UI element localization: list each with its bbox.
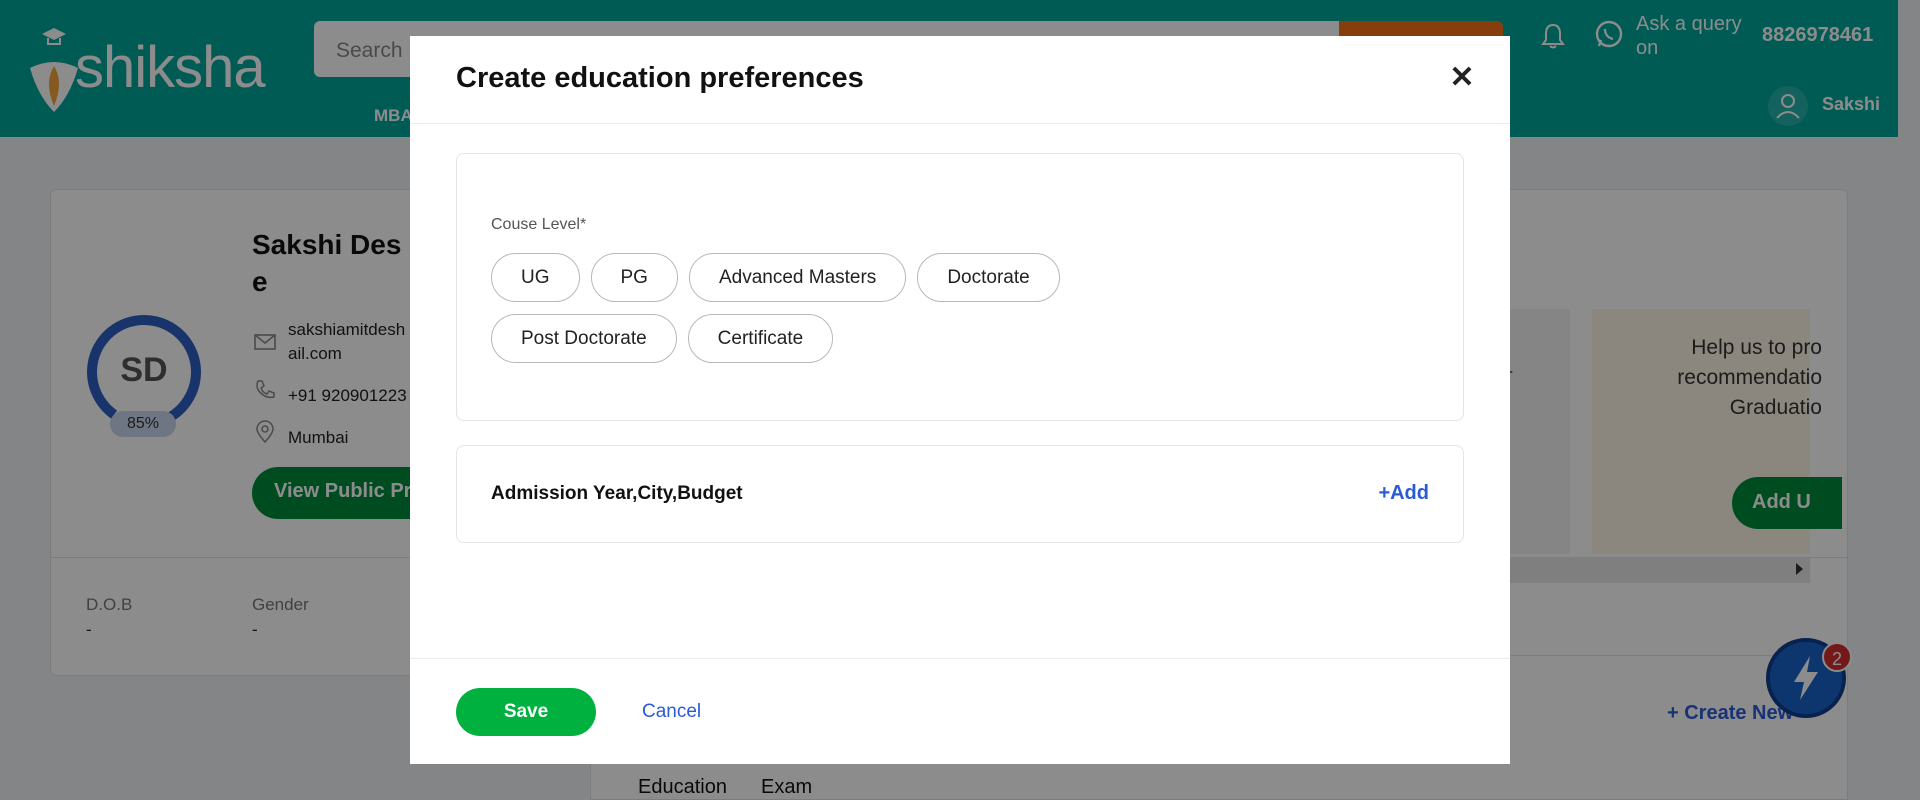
course-level-label: Couse Level* (491, 216, 587, 233)
modal-footer-divider (410, 658, 1510, 659)
course-level-option-advanced-masters[interactable]: Advanced Masters (688, 253, 907, 302)
admission-section-title: Admission Year,City,Budget (491, 483, 743, 504)
course-level-option-certificate[interactable]: Certificate (687, 314, 834, 363)
cancel-button[interactable]: Cancel (642, 701, 701, 723)
add-admission-details-link[interactable]: +Add (1378, 482, 1429, 505)
admission-section: Admission Year,City,Budget +Add (456, 445, 1464, 543)
close-icon[interactable]: ✕ (1444, 60, 1480, 96)
course-level-options: UG PG Advanced Masters Doctorate Post Do… (491, 253, 1231, 363)
course-level-option-ug[interactable]: UG (491, 253, 580, 302)
course-level-option-pg[interactable]: PG (590, 253, 678, 302)
education-preferences-modal: Create education preferences ✕ Couse Lev… (410, 36, 1510, 764)
save-button[interactable]: Save (456, 688, 596, 736)
course-level-option-doctorate[interactable]: Doctorate (917, 253, 1060, 302)
modal-header-divider (410, 123, 1510, 124)
course-level-option-post-doctorate[interactable]: Post Doctorate (491, 314, 677, 363)
course-level-section: Couse Level* UG PG Advanced Masters Doct… (456, 153, 1464, 421)
modal-title: Create education preferences (456, 62, 864, 94)
